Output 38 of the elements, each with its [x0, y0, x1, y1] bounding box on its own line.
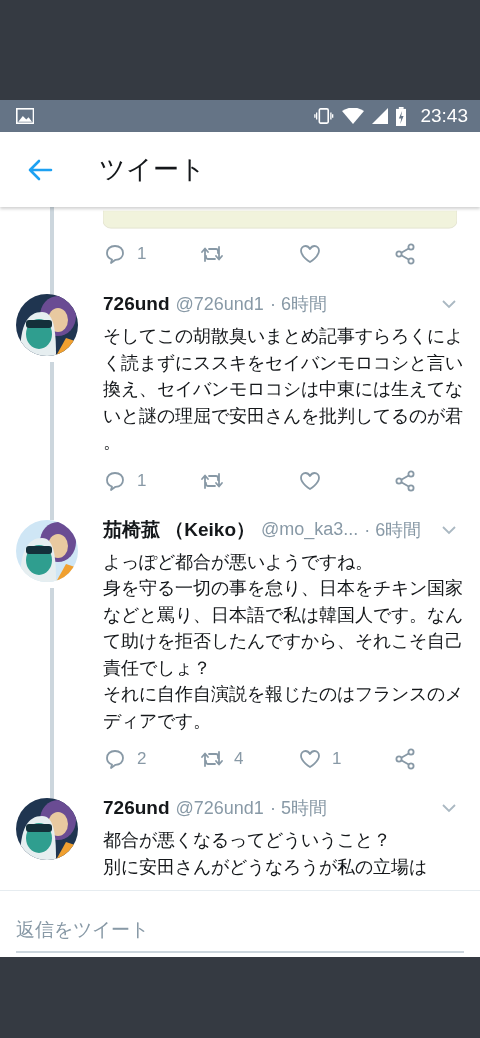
- share-icon[interactable]: [393, 242, 417, 266]
- author-name: 726und: [103, 293, 170, 315]
- vibrate-icon: [314, 108, 334, 124]
- page-title: ツイート: [99, 153, 206, 186]
- tweet-time: · 5時間: [269, 797, 327, 820]
- heart-icon[interactable]: [298, 747, 322, 771]
- author-name: 茄椅菰 （Keiko）: [103, 517, 256, 542]
- heart-icon[interactable]: [298, 242, 322, 266]
- action-count: 2: [137, 749, 147, 769]
- share-icon[interactable]: [393, 468, 417, 493]
- battery-icon: [396, 106, 407, 126]
- share-icon[interactable]: [393, 747, 417, 771]
- tweet-text: 都合が悪くなるってどういうこと？: [103, 829, 392, 852]
- status-time: 23:43: [420, 105, 468, 127]
- author-handle: @726und1: [175, 293, 264, 315]
- back-arrow-icon[interactable]: [27, 158, 53, 181]
- tweet-text: そしてこの胡散臭いまとめ記事すらろくによく読まずにススキをセイバンモロコシと言い換え、セイバンモロコシは中東には生えてないと謎の理屈で安田さんを批判してるのが君。: [103, 325, 463, 454]
- reply-icon[interactable]: [103, 747, 127, 771]
- chevron-down-icon[interactable]: [441, 299, 457, 309]
- reply-icon[interactable]: [103, 242, 127, 266]
- tweet-time: · 6時間: [269, 293, 327, 316]
- action-count: 1: [137, 470, 147, 491]
- action-count: 1: [137, 244, 147, 264]
- author-handle: @mo_ka3...: [261, 519, 359, 540]
- author-handle: @726und1: [175, 797, 264, 819]
- chevron-down-icon[interactable]: [441, 803, 457, 813]
- tweet-time: · 6時間: [364, 518, 422, 542]
- author-name: 726und: [103, 797, 170, 819]
- tweet-text: それに自作自演説を報じたのはフランスのメディアです。: [103, 683, 463, 733]
- action-count: 1: [332, 749, 342, 769]
- tweet-text: 身を守る一切の事を怠り、日本をチキン国家などと罵り、日本語で私は韓国人です。なんて助けを拒否したんですから、それこそ自己責任でしょ？: [103, 577, 463, 680]
- tweet-text: 別に安田さんがどうなろうが私の立場は: [103, 855, 428, 879]
- wifi-icon: [342, 108, 364, 124]
- image-icon: [16, 108, 35, 124]
- action-count: 4: [234, 749, 244, 769]
- chevron-down-icon[interactable]: [441, 524, 457, 535]
- tweet-text: よっぽど都合が悪いようですね。: [103, 550, 374, 574]
- signal-icon: [372, 108, 388, 124]
